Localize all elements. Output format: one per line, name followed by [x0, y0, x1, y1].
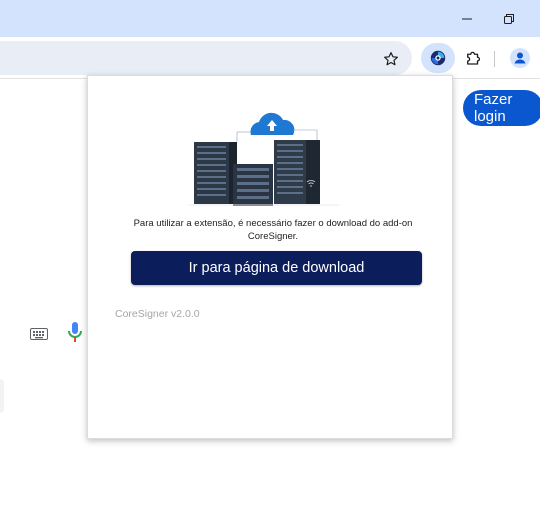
- restore-icon: [504, 13, 514, 24]
- puzzle-icon: [467, 51, 481, 65]
- profile-button[interactable]: [505, 43, 535, 73]
- version-label: CoreSigner v2.0.0: [115, 308, 200, 320]
- keyboard-icon[interactable]: [30, 328, 48, 340]
- star-icon: [384, 52, 398, 66]
- toolbar-divider: [494, 51, 495, 67]
- minimize-icon: [462, 18, 472, 19]
- cloud-upload-icon: [250, 112, 295, 135]
- download-page-button[interactable]: Ir para página de download: [131, 251, 422, 285]
- server-cloud-illustration: [189, 112, 339, 206]
- coresigner-extension-button[interactable]: [421, 43, 455, 73]
- minimize-button[interactable]: [444, 0, 490, 37]
- extension-popup: Para utilizar a extensão, é necessário f…: [87, 75, 453, 439]
- address-bar[interactable]: [0, 41, 412, 75]
- side-card-edge: [0, 379, 4, 413]
- browser-toolbar: [0, 37, 540, 79]
- coresigner-icon: [430, 50, 446, 66]
- window-titlebar: [0, 0, 540, 37]
- login-button[interactable]: Fazer login: [463, 90, 540, 126]
- mic-icon[interactable]: [67, 320, 83, 344]
- search-box-fragment: [0, 312, 88, 356]
- person-icon: [510, 48, 530, 68]
- download-required-message: Para utilizar a extensão, é necessário f…: [133, 218, 413, 242]
- restore-button[interactable]: [486, 0, 532, 37]
- bookmark-button[interactable]: [378, 46, 404, 72]
- extensions-button[interactable]: [458, 43, 488, 73]
